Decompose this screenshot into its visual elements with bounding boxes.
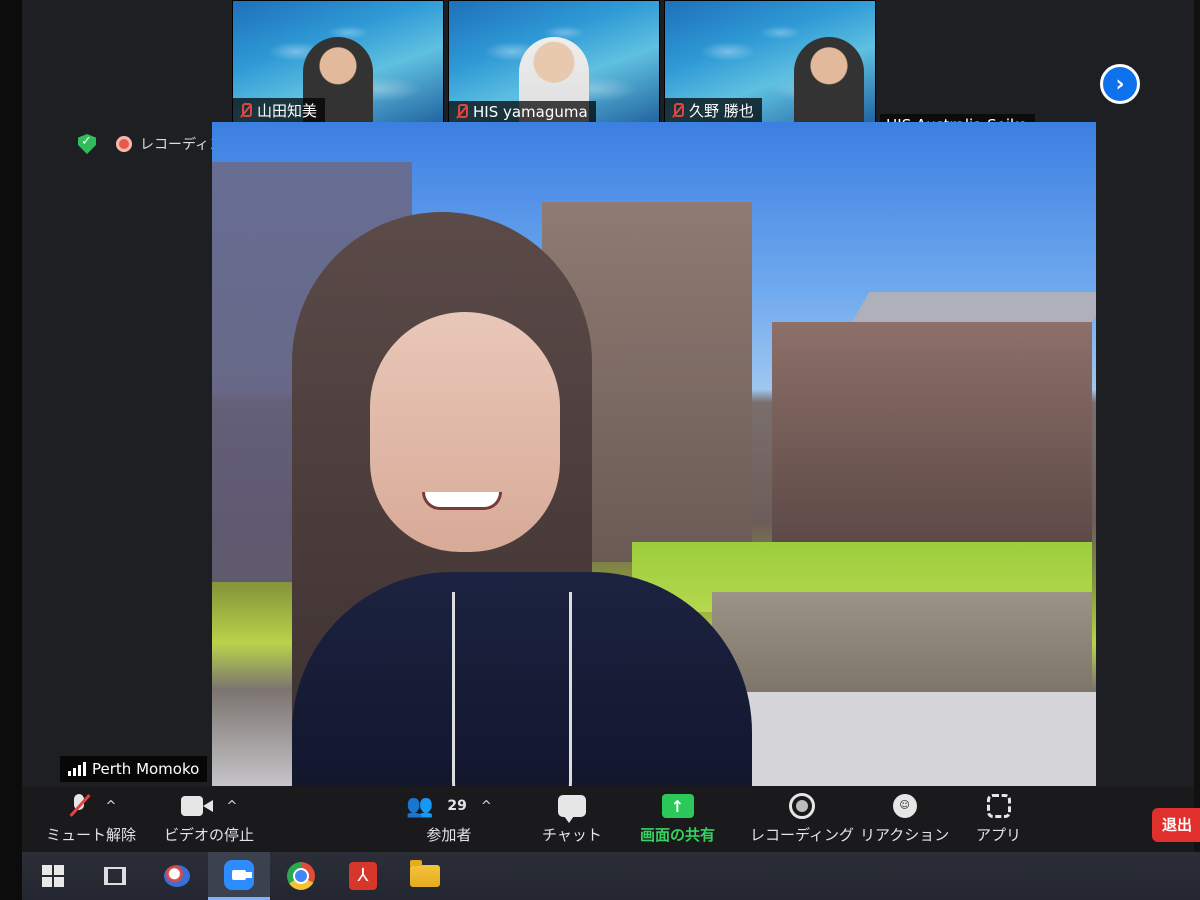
next-page-button[interactable]: › bbox=[1100, 64, 1140, 104]
monitor-bezel-right bbox=[1194, 0, 1200, 900]
start-button[interactable] bbox=[22, 852, 84, 900]
participants-count: 29 bbox=[447, 798, 467, 814]
share-screen-icon: ↑ bbox=[661, 794, 694, 818]
shield-icon[interactable] bbox=[78, 134, 96, 154]
record-label: レコーディング bbox=[750, 826, 854, 844]
snipping-tool-icon bbox=[164, 865, 190, 887]
chat-bubble-icon bbox=[557, 795, 586, 823]
earphone-cable bbox=[452, 592, 572, 790]
apps-button[interactable]: アプリ bbox=[976, 794, 1021, 845]
participants-button[interactable]: 👥 29 ^ 参加者 bbox=[406, 794, 492, 845]
speaker-name-tag: Perth Momoko bbox=[60, 756, 208, 782]
chevron-right-icon: › bbox=[1115, 71, 1125, 97]
audio-options-caret[interactable]: ^ bbox=[106, 799, 117, 814]
record-button[interactable]: レコーディング bbox=[750, 793, 854, 845]
participant-name: 山田知美 bbox=[257, 102, 318, 120]
apps-label: アプリ bbox=[976, 826, 1022, 844]
participant-tile-no-video[interactable]: HIS Australia Seiko bbox=[880, 0, 1036, 136]
zoom-taskbar-button[interactable] bbox=[208, 852, 270, 900]
task-view-button[interactable] bbox=[84, 852, 146, 900]
chrome-icon bbox=[287, 862, 315, 890]
leave-meeting-button[interactable]: 退出 bbox=[1152, 808, 1200, 842]
participant-tile[interactable]: 山田知美 bbox=[232, 0, 444, 128]
participants-icon: 👥 bbox=[406, 793, 434, 819]
monitor-bezel-left bbox=[0, 0, 22, 900]
share-label: 画面の共有 bbox=[640, 826, 716, 844]
stop-video-button[interactable]: ^ ビデオの停止 bbox=[164, 794, 254, 845]
mute-button[interactable]: ^ ミュート解除 bbox=[46, 794, 136, 845]
video-options-caret[interactable]: ^ bbox=[227, 799, 238, 814]
reaction-label: リアクション bbox=[860, 826, 950, 844]
speaker-face bbox=[370, 312, 560, 552]
participant-label: 山田知美 bbox=[233, 98, 326, 123]
mic-muted-icon bbox=[455, 104, 468, 120]
share-screen-button[interactable]: ↑ 画面の共有 bbox=[640, 794, 715, 845]
mic-muted-icon bbox=[239, 102, 252, 119]
participant-tile[interactable]: HIS yamaguma bbox=[448, 0, 660, 128]
microphone-muted-icon bbox=[66, 794, 92, 818]
participant-video bbox=[793, 37, 864, 127]
zoom-app-icon bbox=[224, 859, 254, 890]
reactions-button[interactable]: ☺ リアクション bbox=[860, 794, 949, 845]
video-background bbox=[772, 322, 1092, 542]
speaker-figure bbox=[252, 212, 752, 790]
participants-options-caret[interactable]: ^ bbox=[481, 799, 492, 814]
recording-dot-icon bbox=[116, 136, 132, 152]
video-background bbox=[692, 692, 1096, 790]
participant-tile[interactable]: 久野 勝也 bbox=[664, 0, 876, 128]
participant-label: HIS yamaguma bbox=[449, 101, 596, 123]
chat-button[interactable]: チャット bbox=[542, 794, 602, 845]
participants-label: 参加者 bbox=[426, 826, 472, 844]
video-label: ビデオの停止 bbox=[164, 826, 255, 844]
acrobat-pdf-icon: ⅄ bbox=[349, 862, 377, 890]
apps-icon bbox=[986, 794, 1011, 818]
zoom-meeting-window: 山田知美 HIS yamaguma 久野 勝也 HIS Australia Se… bbox=[22, 0, 1200, 852]
windows-logo-icon bbox=[42, 865, 64, 887]
file-explorer-button[interactable] bbox=[394, 852, 456, 900]
active-speaker-video[interactable] bbox=[212, 122, 1096, 790]
chat-label: チャット bbox=[542, 826, 602, 844]
snipping-tool-button[interactable] bbox=[146, 852, 208, 900]
emoji-reaction-icon: ☺ bbox=[892, 794, 917, 818]
participant-label: 久野 勝也 bbox=[665, 98, 762, 123]
record-icon bbox=[788, 793, 815, 819]
task-view-icon bbox=[104, 867, 126, 885]
speaker-name: Perth Momoko bbox=[92, 760, 200, 778]
mute-label: ミュート解除 bbox=[46, 826, 137, 844]
video-camera-icon bbox=[180, 796, 213, 816]
acrobat-taskbar-button[interactable]: ⅄ bbox=[332, 852, 394, 900]
meeting-toolbar: ^ ミュート解除 ^ ビデオの停止 👥 29 ^ 参加者 チャット ↑ 画面の共… bbox=[22, 786, 1200, 852]
gallery-strip: 山田知美 HIS yamaguma 久野 勝也 HIS Australia Se… bbox=[232, 0, 1036, 136]
mic-muted-icon bbox=[671, 102, 684, 119]
folder-icon bbox=[410, 860, 440, 887]
chrome-taskbar-button[interactable] bbox=[270, 852, 332, 900]
video-background bbox=[712, 592, 1092, 702]
speaker-smile bbox=[422, 492, 502, 510]
windows-taskbar: ⅄ bbox=[22, 852, 1200, 900]
participant-name: HIS yamaguma bbox=[473, 103, 588, 121]
participant-name: 久野 勝也 bbox=[689, 102, 754, 120]
signal-strength-icon bbox=[68, 762, 86, 776]
